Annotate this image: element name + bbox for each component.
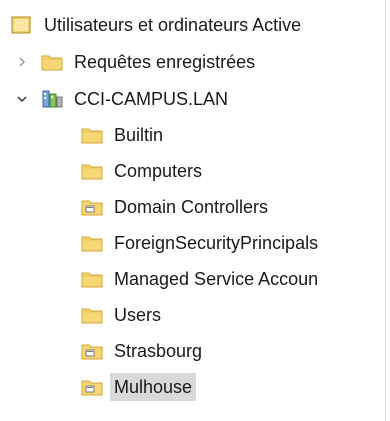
tree-node-domain[interactable]: CCI-CAMPUS.LAN: [10, 84, 232, 114]
tree-node-label: Utilisateurs et ordinateurs Active: [44, 15, 302, 35]
tree-node-label: Domain Controllers: [114, 197, 269, 217]
tree-node-root[interactable]: Utilisateurs et ordinateurs Active: [10, 10, 305, 40]
tree-node-managed-service-accounts[interactable]: Managed Service Accoun: [80, 264, 322, 294]
tree-node-label: ForeignSecurityPrincipals: [114, 233, 319, 253]
folder-icon: [80, 268, 104, 290]
ou-folder-icon: [80, 340, 104, 362]
tree-node-label: Strasbourg: [114, 341, 203, 361]
tree-node-users[interactable]: Users: [80, 300, 165, 330]
tree-node-label: Builtin: [114, 125, 164, 145]
tree-node-domain-controllers[interactable]: Domain Controllers: [80, 192, 272, 222]
folder-icon: [80, 232, 104, 254]
folder-icon: [80, 160, 104, 182]
tree-node-strasbourg[interactable]: Strasbourg: [80, 336, 206, 366]
folder-icon: [40, 51, 64, 73]
ad-console-icon: [10, 14, 34, 36]
tree-node-mulhouse[interactable]: Mulhouse: [80, 372, 197, 402]
folder-icon: [80, 304, 104, 326]
tree-node-computers[interactable]: Computers: [80, 156, 206, 186]
tree-node-label: CCI-CAMPUS.LAN: [74, 89, 229, 109]
ad-tree-view: Utilisateurs et ordinateurs Active Requê…: [0, 0, 386, 421]
chevron-down-icon[interactable]: [14, 91, 30, 107]
tree-node-label: Requêtes enregistrées: [74, 52, 256, 72]
tree-node-saved-queries[interactable]: Requêtes enregistrées: [10, 47, 259, 77]
ou-folder-icon: [80, 196, 104, 218]
tree-node-builtin[interactable]: Builtin: [80, 120, 167, 150]
chevron-right-icon[interactable]: [14, 54, 30, 70]
domain-icon: [40, 88, 64, 110]
tree-node-foreign-security-principals[interactable]: ForeignSecurityPrincipals: [80, 228, 322, 258]
tree-node-label: Mulhouse: [110, 373, 197, 401]
tree-node-label: Computers: [114, 161, 203, 181]
pane-divider[interactable]: [385, 0, 390, 421]
tree-node-label: Managed Service Accoun: [114, 269, 319, 289]
ou-folder-icon: [80, 376, 104, 398]
tree-node-label: Users: [114, 305, 162, 325]
folder-icon: [80, 124, 104, 146]
